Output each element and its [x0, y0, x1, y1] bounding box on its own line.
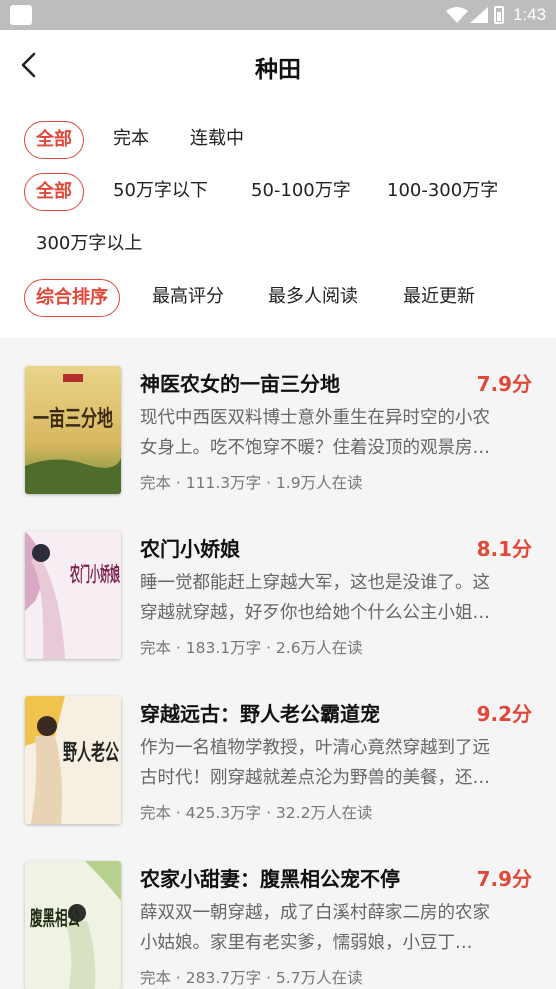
book-description-line: 薛双双一朝穿越，成了白溪村薛家二房的农家 [140, 903, 490, 923]
cover-title-text: 腹黑相公 [30, 906, 80, 930]
filter-words-under-50[interactable]: 50万字以下 [113, 173, 208, 211]
status-time: 1:43 [513, 5, 547, 24]
book-item[interactable]: 腹黑相公 农家小甜妻：腹黑相公宠不停 7.9分 薛双双一朝穿越，成了白溪村薛家二… [0, 833, 556, 989]
book-item[interactable]: 一亩三分地 神医农女的一亩三分地 7.9分 现代中西医双料博士意外重生在异时空的… [0, 338, 556, 498]
book-description: 睡一觉都能赶上穿越大军，这也是没谁了。这 穿越就穿越，好歹你也给她个什么公主小姐… [140, 568, 532, 628]
book-description-line: 作为一名植物学教授，叶清心竟然穿越到了远 [140, 738, 490, 758]
book-description-line: 现代中西医双料博士意外重生在异时空的小农 [140, 408, 490, 428]
book-description: 薛双双一朝穿越，成了白溪村薛家二房的农家 小姑娘。家里有老实爹，懦弱娘，小豆丁… [140, 898, 532, 958]
sort-top-rated[interactable]: 最高评分 [152, 279, 224, 317]
book-item[interactable]: 农门小娇娘 农门小娇娘 8.1分 睡一觉都能赶上穿越大军，这也是没谁了。这 穿越… [0, 503, 556, 663]
book-description-line: 小姑娘。家里有老实爹，懦弱娘，小豆丁… [140, 933, 473, 953]
signal-icon [470, 7, 488, 23]
header: 种田 [0, 30, 556, 102]
wifi-icon [446, 7, 468, 23]
filter-words-50-100[interactable]: 50-100万字 [251, 173, 351, 211]
notification-app-icon [10, 5, 32, 25]
book-meta: 完本 · 183.1万字 · 2.6万人在读 [140, 639, 363, 657]
filter-words-100-300[interactable]: 100-300万字 [387, 173, 498, 211]
book-description: 作为一名植物学教授，叶清心竟然穿越到了远 古时代！刚穿越就差点沦为野兽的美餐，还… [140, 733, 532, 793]
filter-status-completed[interactable]: 完本 [113, 121, 149, 159]
book-cover: 农门小娇娘 [25, 531, 121, 659]
book-description-line: 睡一觉都能赶上穿越大军，这也是没谁了。这 [140, 573, 490, 593]
filter-words-over-300[interactable]: 300万字以上 [36, 226, 142, 264]
book-description-line: 穿越就穿越，好歹你也给她个什么公主小姐… [140, 603, 490, 623]
book-score: 7.9分 [476, 372, 532, 396]
cover-title-text: 农门小娇娘 [70, 562, 121, 586]
book-cover: 一亩三分地 [25, 366, 121, 494]
sort-most-read[interactable]: 最多人阅读 [268, 279, 358, 317]
book-title: 神医农女的一亩三分地 [140, 372, 340, 396]
book-item[interactable]: 野人老公 穿越远古：野人老公霸道宠 9.2分 作为一名植物学教授，叶清心竟然穿越… [0, 668, 556, 828]
book-title: 穿越远古：野人老公霸道宠 [140, 702, 380, 726]
cover-title-text: 一亩三分地 [33, 406, 113, 432]
book-cover: 腹黑相公 [25, 861, 121, 989]
status-bar: 1:43 [0, 0, 556, 30]
battery-icon [494, 6, 504, 24]
filter-status-ongoing[interactable]: 连载中 [190, 121, 244, 159]
book-score: 9.2分 [476, 702, 532, 726]
book-meta: 完本 · 425.3万字 · 32.2万人在读 [140, 804, 373, 822]
book-score: 8.1分 [476, 537, 532, 561]
cover-title-text: 野人老公 [63, 740, 119, 766]
filter-status-all[interactable]: 全部 [24, 121, 84, 159]
book-cover: 野人老公 [25, 696, 121, 824]
page-title: 种田 [255, 57, 301, 83]
book-meta: 完本 · 283.7万字 · 5.7万人在读 [140, 969, 363, 987]
book-title: 农家小甜妻：腹黑相公宠不停 [140, 867, 400, 891]
book-description-line: 古时代！刚穿越就差点沦为野兽的美餐，还… [140, 768, 490, 788]
filter-words-all[interactable]: 全部 [24, 173, 84, 211]
book-description: 现代中西医双料博士意外重生在异时空的小农 女身上。吃不饱穿不暖？住着没顶的观景房… [140, 403, 532, 463]
book-title: 农门小娇娘 [140, 537, 240, 561]
sort-comprehensive[interactable]: 综合排序 [24, 279, 120, 317]
book-description-line: 女身上。吃不饱穿不暖？住着没顶的观景房… [140, 438, 490, 458]
sort-recently-updated[interactable]: 最近更新 [403, 279, 475, 317]
book-meta: 完本 · 111.3万字 · 1.9万人在读 [140, 474, 363, 492]
filter-panel: 全部 完本 连载中 全部 50万字以下 50-100万字 100-300万字 3… [0, 102, 556, 338]
book-list: 一亩三分地 神医农女的一亩三分地 7.9分 现代中西医双料博士意外重生在异时空的… [0, 338, 556, 989]
book-score: 7.9分 [476, 867, 532, 891]
